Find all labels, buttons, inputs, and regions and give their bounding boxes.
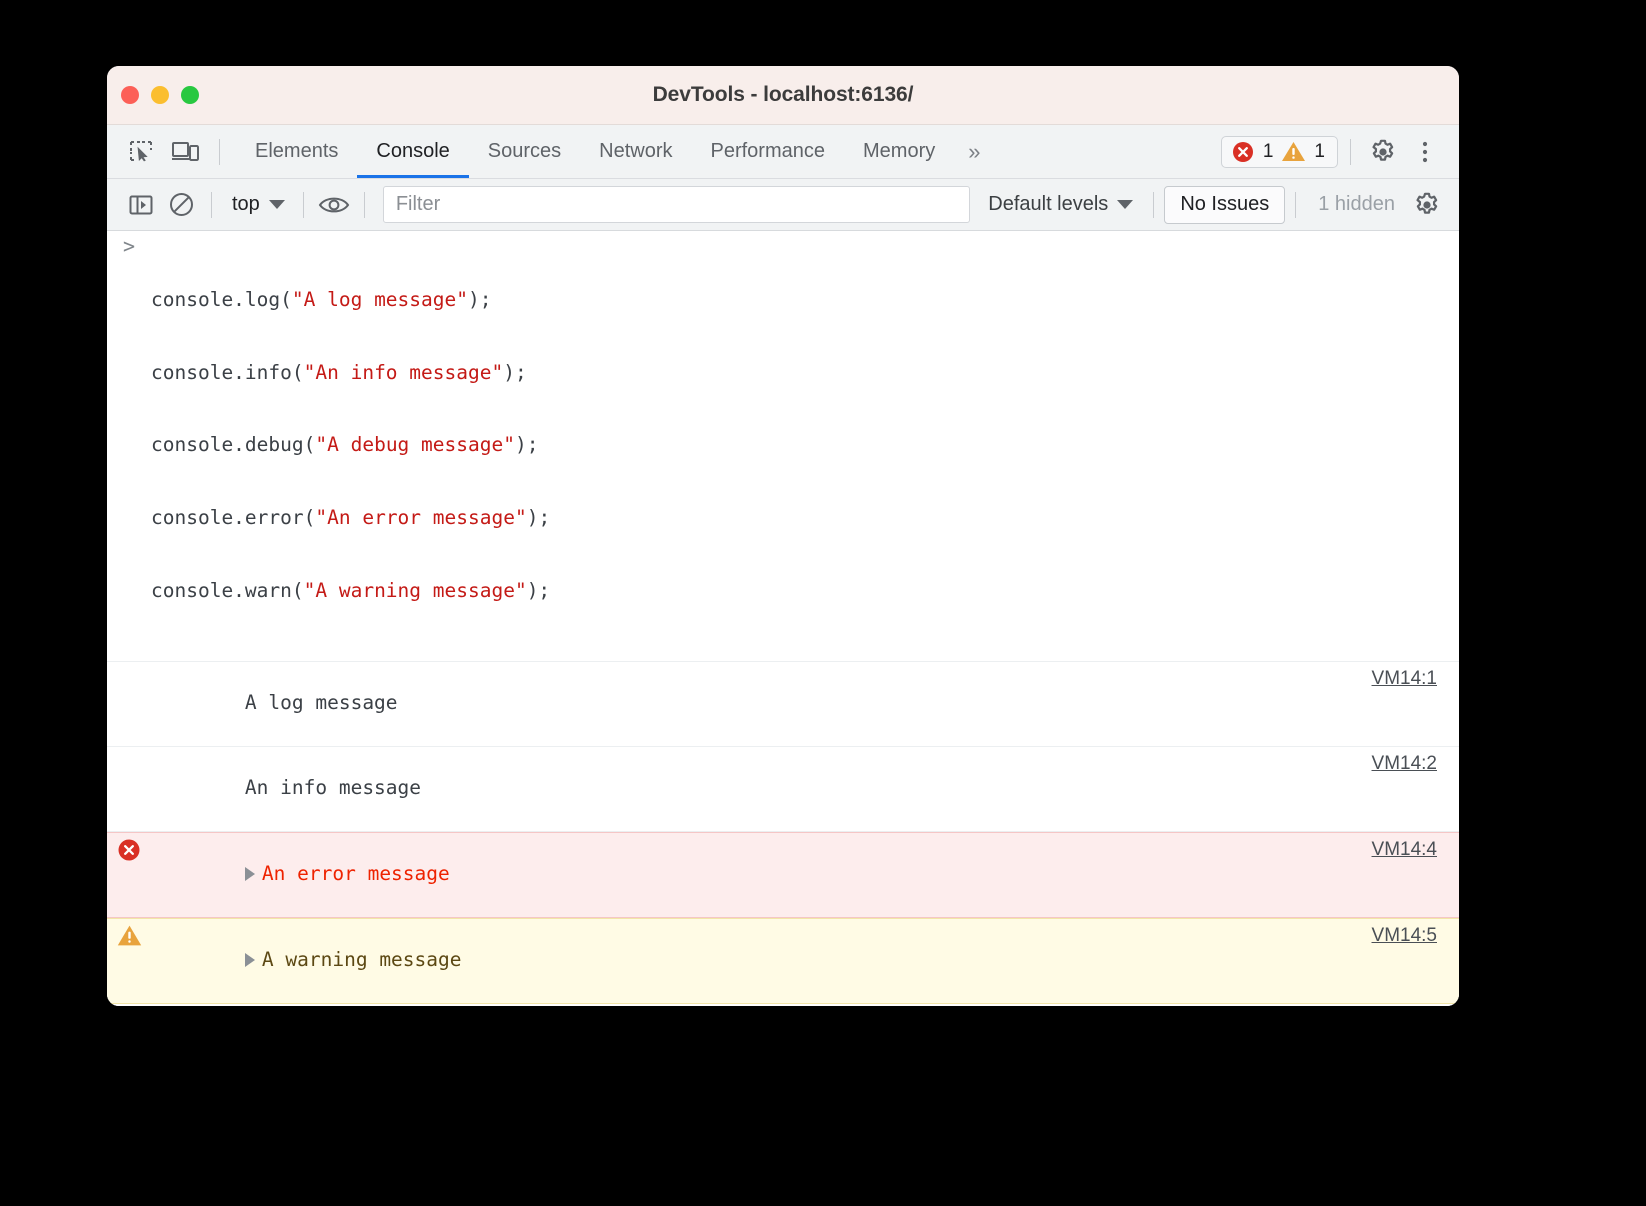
console-toolbar-divider-3	[364, 192, 365, 218]
console-toolbar: top Filter Default levels No Issues 1 hi…	[107, 179, 1459, 231]
tab-bar-right-tools: 1 1	[1221, 125, 1459, 178]
devtools-window: DevTools - localhost:6136/	[107, 66, 1459, 1006]
source-link-vm14-4[interactable]: VM14:4	[1360, 833, 1459, 861]
log-levels-selector[interactable]: Default levels	[978, 193, 1143, 216]
minimize-window-button[interactable]	[151, 86, 169, 104]
code-line-3: console.debug("A debug message");	[151, 433, 1459, 457]
console-message-text-warning: A warning message	[151, 919, 1360, 1003]
console-settings-gear-icon[interactable]	[1407, 185, 1447, 225]
code-line-2: console.info("An info message");	[151, 361, 1459, 385]
window-controls	[121, 66, 199, 124]
execution-context-selector[interactable]: top	[222, 188, 293, 222]
chevron-down-icon-levels	[1117, 200, 1133, 209]
no-issues-button[interactable]: No Issues	[1164, 186, 1285, 224]
gear-icon[interactable]	[1363, 132, 1403, 172]
show-console-sidebar-icon[interactable]	[121, 185, 161, 225]
window-title: DevTools - localhost:6136/	[107, 83, 1459, 107]
filter-placeholder: Filter	[396, 193, 440, 216]
clear-console-icon[interactable]	[161, 185, 201, 225]
code-line-5: console.warn("A warning message");	[151, 579, 1459, 603]
source-link-vm14-1[interactable]: VM14:1	[1360, 662, 1459, 690]
source-link-vm14-5[interactable]: VM14:5	[1360, 919, 1459, 947]
message-icon-gutter	[107, 662, 151, 667]
warning-icon	[1281, 140, 1306, 163]
inspect-element-icon[interactable]	[121, 132, 161, 172]
console-toolbar-divider-1	[211, 192, 212, 218]
console-message-text: A log message	[151, 662, 1360, 746]
console-message-row-warning[interactable]: A warning message VM14:5	[107, 918, 1459, 1004]
warning-icon	[117, 924, 142, 947]
input-prompt-gutter: >	[107, 231, 151, 256]
execution-context-label: top	[232, 193, 260, 216]
tab-memory[interactable]: Memory	[844, 125, 954, 178]
filter-input[interactable]: Filter	[383, 186, 970, 223]
result-marker-gutter: ‹·	[107, 1004, 151, 1006]
toolbar-divider-right	[1350, 139, 1351, 165]
chevron-down-icon	[269, 200, 285, 209]
expand-triangle-icon-error[interactable]	[245, 867, 255, 881]
device-toolbar-icon[interactable]	[165, 132, 205, 172]
devtools-tab-bar: Elements Console Sources Network Perform…	[107, 125, 1459, 179]
code-line-4: console.error("An error message");	[151, 506, 1459, 530]
console-message-list[interactable]: > console.log("A log message"); console.…	[107, 231, 1459, 1006]
log-message-text: A log message	[245, 691, 398, 714]
input-prompt-chevron-icon: >	[123, 236, 135, 256]
title-bar: DevTools - localhost:6136/	[107, 66, 1459, 125]
message-icon-gutter-info	[107, 747, 151, 752]
console-message-row-info[interactable]: An info message VM14:2	[107, 747, 1459, 832]
tab-performance[interactable]: Performance	[692, 125, 845, 178]
error-count: 1	[1263, 142, 1274, 161]
kebab-menu-icon[interactable]	[1405, 132, 1445, 172]
tab-sources[interactable]: Sources	[469, 125, 580, 178]
tab-console[interactable]: Console	[357, 125, 468, 178]
panel-tabs: Elements Console Sources Network Perform…	[236, 125, 954, 178]
zoom-window-button[interactable]	[181, 86, 199, 104]
error-icon-gutter	[107, 833, 151, 862]
console-result-value: undefined	[151, 1004, 1459, 1006]
code-line-1: console.log("A log message");	[151, 288, 1459, 312]
warning-count: 1	[1314, 142, 1325, 161]
console-result-row: ‹· undefined	[107, 1004, 1459, 1006]
error-message-text: An error message	[262, 862, 450, 885]
console-message-row-log[interactable]: A log message VM14:1	[107, 662, 1459, 747]
source-link-vm14-2[interactable]: VM14:2	[1360, 747, 1459, 775]
console-message-text-error: An error message	[151, 833, 1360, 917]
tab-network[interactable]: Network	[580, 125, 691, 178]
toolbar-divider	[219, 139, 220, 165]
close-window-button[interactable]	[121, 86, 139, 104]
info-message-text: An info message	[245, 776, 421, 799]
error-icon	[117, 838, 141, 862]
tab-elements[interactable]: Elements	[236, 125, 357, 178]
console-message-row-error[interactable]: An error message VM14:4	[107, 832, 1459, 918]
console-input-echo-row: > console.log("A log message"); console.…	[107, 231, 1459, 662]
tab-bar-left-tools	[107, 125, 230, 178]
log-levels-label: Default levels	[988, 193, 1108, 216]
console-input-code: console.log("A log message"); console.in…	[151, 231, 1459, 661]
issues-counter[interactable]: 1 1	[1221, 136, 1338, 168]
more-tabs-chevron-icon[interactable]: »	[954, 125, 994, 178]
console-message-text-info: An info message	[151, 747, 1360, 831]
error-icon	[1231, 140, 1255, 164]
expand-triangle-icon-warning[interactable]	[245, 953, 255, 967]
console-toolbar-divider-5	[1295, 192, 1296, 218]
warning-icon-gutter	[107, 919, 151, 947]
warning-message-text: A warning message	[262, 948, 462, 971]
live-expressions-eye-icon[interactable]	[314, 185, 354, 225]
console-toolbar-divider-4	[1153, 192, 1154, 218]
hidden-messages-count[interactable]: 1 hidden	[1306, 193, 1407, 216]
console-toolbar-divider-2	[303, 192, 304, 218]
